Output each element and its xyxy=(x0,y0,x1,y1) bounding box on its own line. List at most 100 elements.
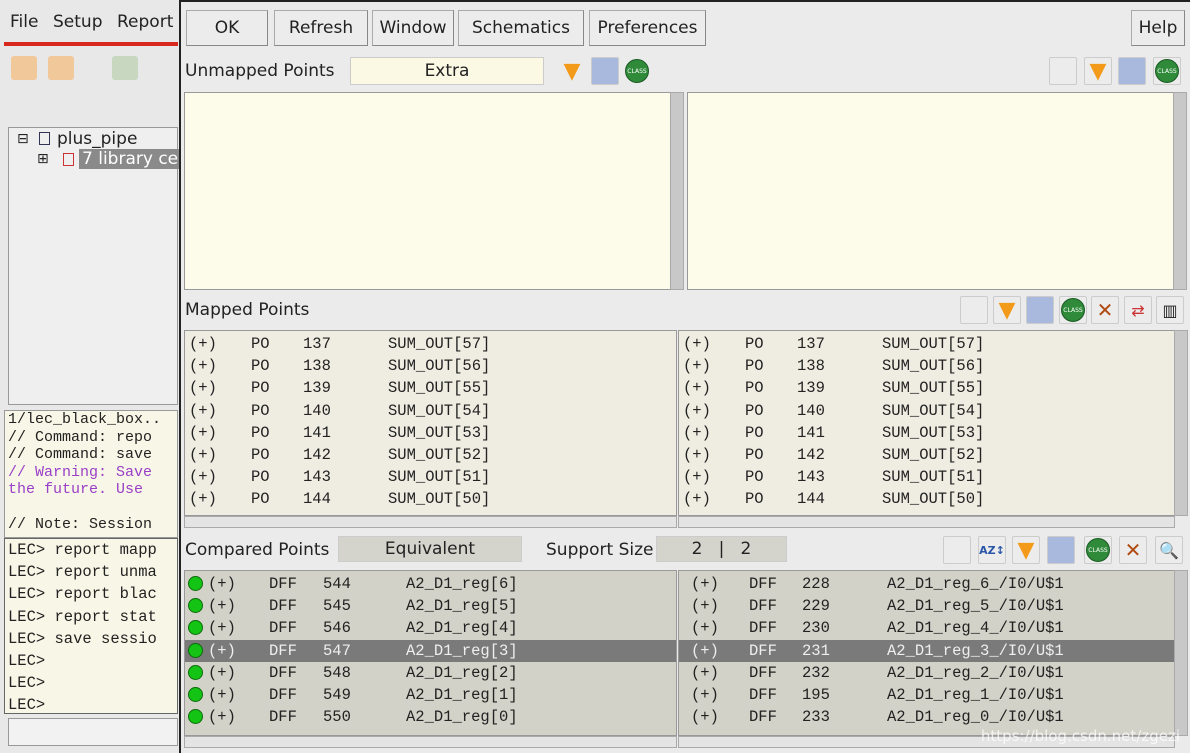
class-icon[interactable]: CLASS xyxy=(1059,296,1087,324)
cell: SUM_OUT[52] xyxy=(882,446,985,464)
table-row[interactable]: (+) PO 140 SUM_OUT[54] xyxy=(679,400,1174,422)
compared-filter-select[interactable]: Equivalent xyxy=(338,536,522,562)
table-row[interactable]: (+) DFF 232 A2_D1_reg_2_/I0/U$1 xyxy=(679,662,1174,684)
compared-revised-list[interactable]: (+) DFF 228 A2_D1_reg_6_/I0/U$1 (+) DFF 229 A2_… xyxy=(678,570,1175,736)
sort-icon[interactable]: AZ↕ xyxy=(978,536,1006,564)
select-icon[interactable] xyxy=(1047,536,1075,564)
command-input[interactable] xyxy=(8,718,178,746)
delete-icon[interactable]: ✕ xyxy=(1091,296,1119,324)
table-row[interactable]: (+) PO 141 SUM_OUT[53] xyxy=(185,422,676,444)
swap-icon[interactable]: ⇄ xyxy=(1124,296,1152,324)
mapped-revised-list[interactable]: (+) PO 137 SUM_OUT[57] (+) PO 138 SUM_OUT[56] (+… xyxy=(678,330,1175,516)
report-icon[interactable] xyxy=(960,296,988,324)
table-row[interactable]: (+) DFF 228 A2_D1_reg_6_/I0/U$1 xyxy=(679,573,1174,595)
menu-setup[interactable]: Setup xyxy=(53,12,102,32)
cell: PO xyxy=(251,423,270,442)
divider xyxy=(4,42,178,46)
open-folder-icon[interactable] xyxy=(11,56,37,80)
log-line: // Command: repo xyxy=(8,428,153,446)
table-row[interactable]: (+) PO 138 SUM_OUT[56] xyxy=(679,355,1174,377)
table-row[interactable]: (+) PO 138 SUM_OUT[56] xyxy=(185,355,676,377)
scrollbar[interactable] xyxy=(1174,570,1188,736)
cell: SUM_OUT[50] xyxy=(882,490,985,509)
expand-icon[interactable]: ⊞ xyxy=(37,151,49,167)
menu-file[interactable]: File xyxy=(10,12,38,32)
table-row[interactable]: (+) PO 142 SUM_OUT[52] xyxy=(679,444,1174,466)
filter-icon[interactable]: ▼ xyxy=(558,57,586,85)
ok-button[interactable]: OK xyxy=(186,10,268,46)
cell: PO xyxy=(745,335,764,353)
table-row[interactable]: (+) DFF 550 A2_D1_reg[0] xyxy=(185,706,676,728)
table-row[interactable]: (+) DFF 230 A2_D1_reg_4_/I0/U$1 xyxy=(679,617,1174,639)
compared-golden-list[interactable]: (+) DFF 544 A2_D1_reg[6] (+) DFF 545 A2_D1_reg[… xyxy=(184,570,677,736)
menu-report[interactable]: Report xyxy=(117,12,173,32)
table-row[interactable]: (+) DFF 229 A2_D1_reg_5_/I0/U$1 xyxy=(679,595,1174,617)
table-row[interactable]: (+) PO 141 SUM_OUT[53] xyxy=(679,422,1174,444)
hierarchy-icon[interactable] xyxy=(112,56,138,80)
table-row[interactable]: (+) PO 140 SUM_OUT[54] xyxy=(185,400,676,422)
scrollbar[interactable] xyxy=(184,516,677,528)
refresh-button[interactable]: Refresh xyxy=(274,10,368,46)
scrollbar[interactable] xyxy=(670,92,684,290)
cell: 138 xyxy=(797,357,825,376)
window-button[interactable]: Window xyxy=(372,10,454,46)
cell: PO xyxy=(745,446,764,464)
delete-icon[interactable]: ✕ xyxy=(1119,536,1147,564)
module-icon xyxy=(39,132,50,145)
scrollbar[interactable] xyxy=(184,736,677,748)
schematics-button[interactable]: Schematics xyxy=(458,10,584,46)
mapped-golden-list[interactable]: (+) PO 137 SUM_OUT[57] (+) PO 138 SUM_OUT[56] (+… xyxy=(184,330,677,516)
filter-icon[interactable]: ▼ xyxy=(1012,536,1040,564)
cell: SUM_OUT[53] xyxy=(882,423,985,442)
select-icon[interactable] xyxy=(1118,57,1146,85)
help-button[interactable]: Help xyxy=(1131,10,1185,46)
table-row[interactable]: (+) PO 143 SUM_OUT[51] xyxy=(185,466,676,488)
scrollbar[interactable] xyxy=(1173,92,1187,290)
cell: A2_D1_reg_6_/I0/U$1 xyxy=(887,575,1064,593)
cell: (+) xyxy=(683,357,711,376)
tree-library-cells[interactable]: 7 library ce xyxy=(79,149,179,169)
scrollbar[interactable] xyxy=(1174,330,1188,516)
table-row[interactable]: (+) DFF 544 A2_D1_reg[6] xyxy=(185,573,676,595)
select-icon[interactable] xyxy=(1026,296,1054,324)
tree-root[interactable]: plus_pipe xyxy=(57,129,137,149)
table-row[interactable]: (+) PO 144 SUM_OUT[50] xyxy=(679,488,1174,510)
class-icon[interactable]: CLASS xyxy=(623,57,651,85)
cell: DFF xyxy=(269,708,297,727)
transcript-log: 1/lec_black_box..// Command: repo// Comm… xyxy=(4,410,178,538)
table-row[interactable]: (+) PO 137 SUM_OUT[57] xyxy=(185,333,676,355)
table-row[interactable]: (+) PO 142 SUM_OUT[52] xyxy=(185,444,676,466)
table-row[interactable]: (+) DFF 549 A2_D1_reg[1] xyxy=(185,684,676,706)
table-row[interactable]: (+) PO 139 SUM_OUT[55] xyxy=(679,377,1174,399)
class-icon[interactable]: CLASS xyxy=(1084,536,1112,564)
filter-icon[interactable]: ▼ xyxy=(993,296,1021,324)
preferences-button[interactable]: Preferences xyxy=(589,10,706,46)
table-row[interactable]: (+) DFF 231 A2_D1_reg_3_/I0/U$1 xyxy=(679,639,1174,662)
scrollbar[interactable] xyxy=(678,516,1175,528)
table-row[interactable]: (+) DFF 545 A2_D1_reg[5] xyxy=(185,595,676,617)
table-row[interactable]: (+) DFF 547 A2_D1_reg[3] xyxy=(185,639,676,662)
table-row[interactable]: (+) DFF 546 A2_D1_reg[4] xyxy=(185,617,676,639)
table-row[interactable]: (+) PO 143 SUM_OUT[51] xyxy=(679,466,1174,488)
class-icon[interactable]: CLASS xyxy=(1153,57,1181,85)
unmapped-filter-select[interactable]: Extra xyxy=(350,57,544,85)
table-row[interactable]: (+) PO 144 SUM_OUT[50] xyxy=(185,488,676,510)
cell: A2_D1_reg_0_/I0/U$1 xyxy=(887,708,1064,727)
unmapped-golden-list[interactable] xyxy=(184,92,671,290)
table-row[interactable]: (+) DFF 195 A2_D1_reg_1_/I0/U$1 xyxy=(679,684,1174,706)
table-row[interactable]: (+) PO 139 SUM_OUT[55] xyxy=(185,377,676,399)
select-icon[interactable] xyxy=(591,57,619,85)
table-row[interactable]: (+) DFF 548 A2_D1_reg[2] xyxy=(185,662,676,684)
table-row[interactable]: (+) DFF 233 A2_D1_reg_0_/I0/U$1 xyxy=(679,706,1174,728)
compare-icon[interactable] xyxy=(943,536,971,564)
cell: PO xyxy=(745,379,764,398)
log-line: // Note: Session xyxy=(8,516,153,533)
diagnose-icon[interactable]: 🔍 xyxy=(1155,536,1183,564)
table-row[interactable]: (+) PO 137 SUM_OUT[57] xyxy=(679,333,1174,355)
unmapped-revised-list[interactable] xyxy=(687,92,1174,290)
module-view-icon[interactable]: ▥ xyxy=(1156,296,1184,324)
collapse-icon[interactable]: ⊟ xyxy=(17,131,29,147)
filter-icon[interactable]: ▼ xyxy=(1084,57,1112,85)
folder-db-icon[interactable] xyxy=(48,56,74,80)
report-icon[interactable] xyxy=(1049,57,1077,85)
